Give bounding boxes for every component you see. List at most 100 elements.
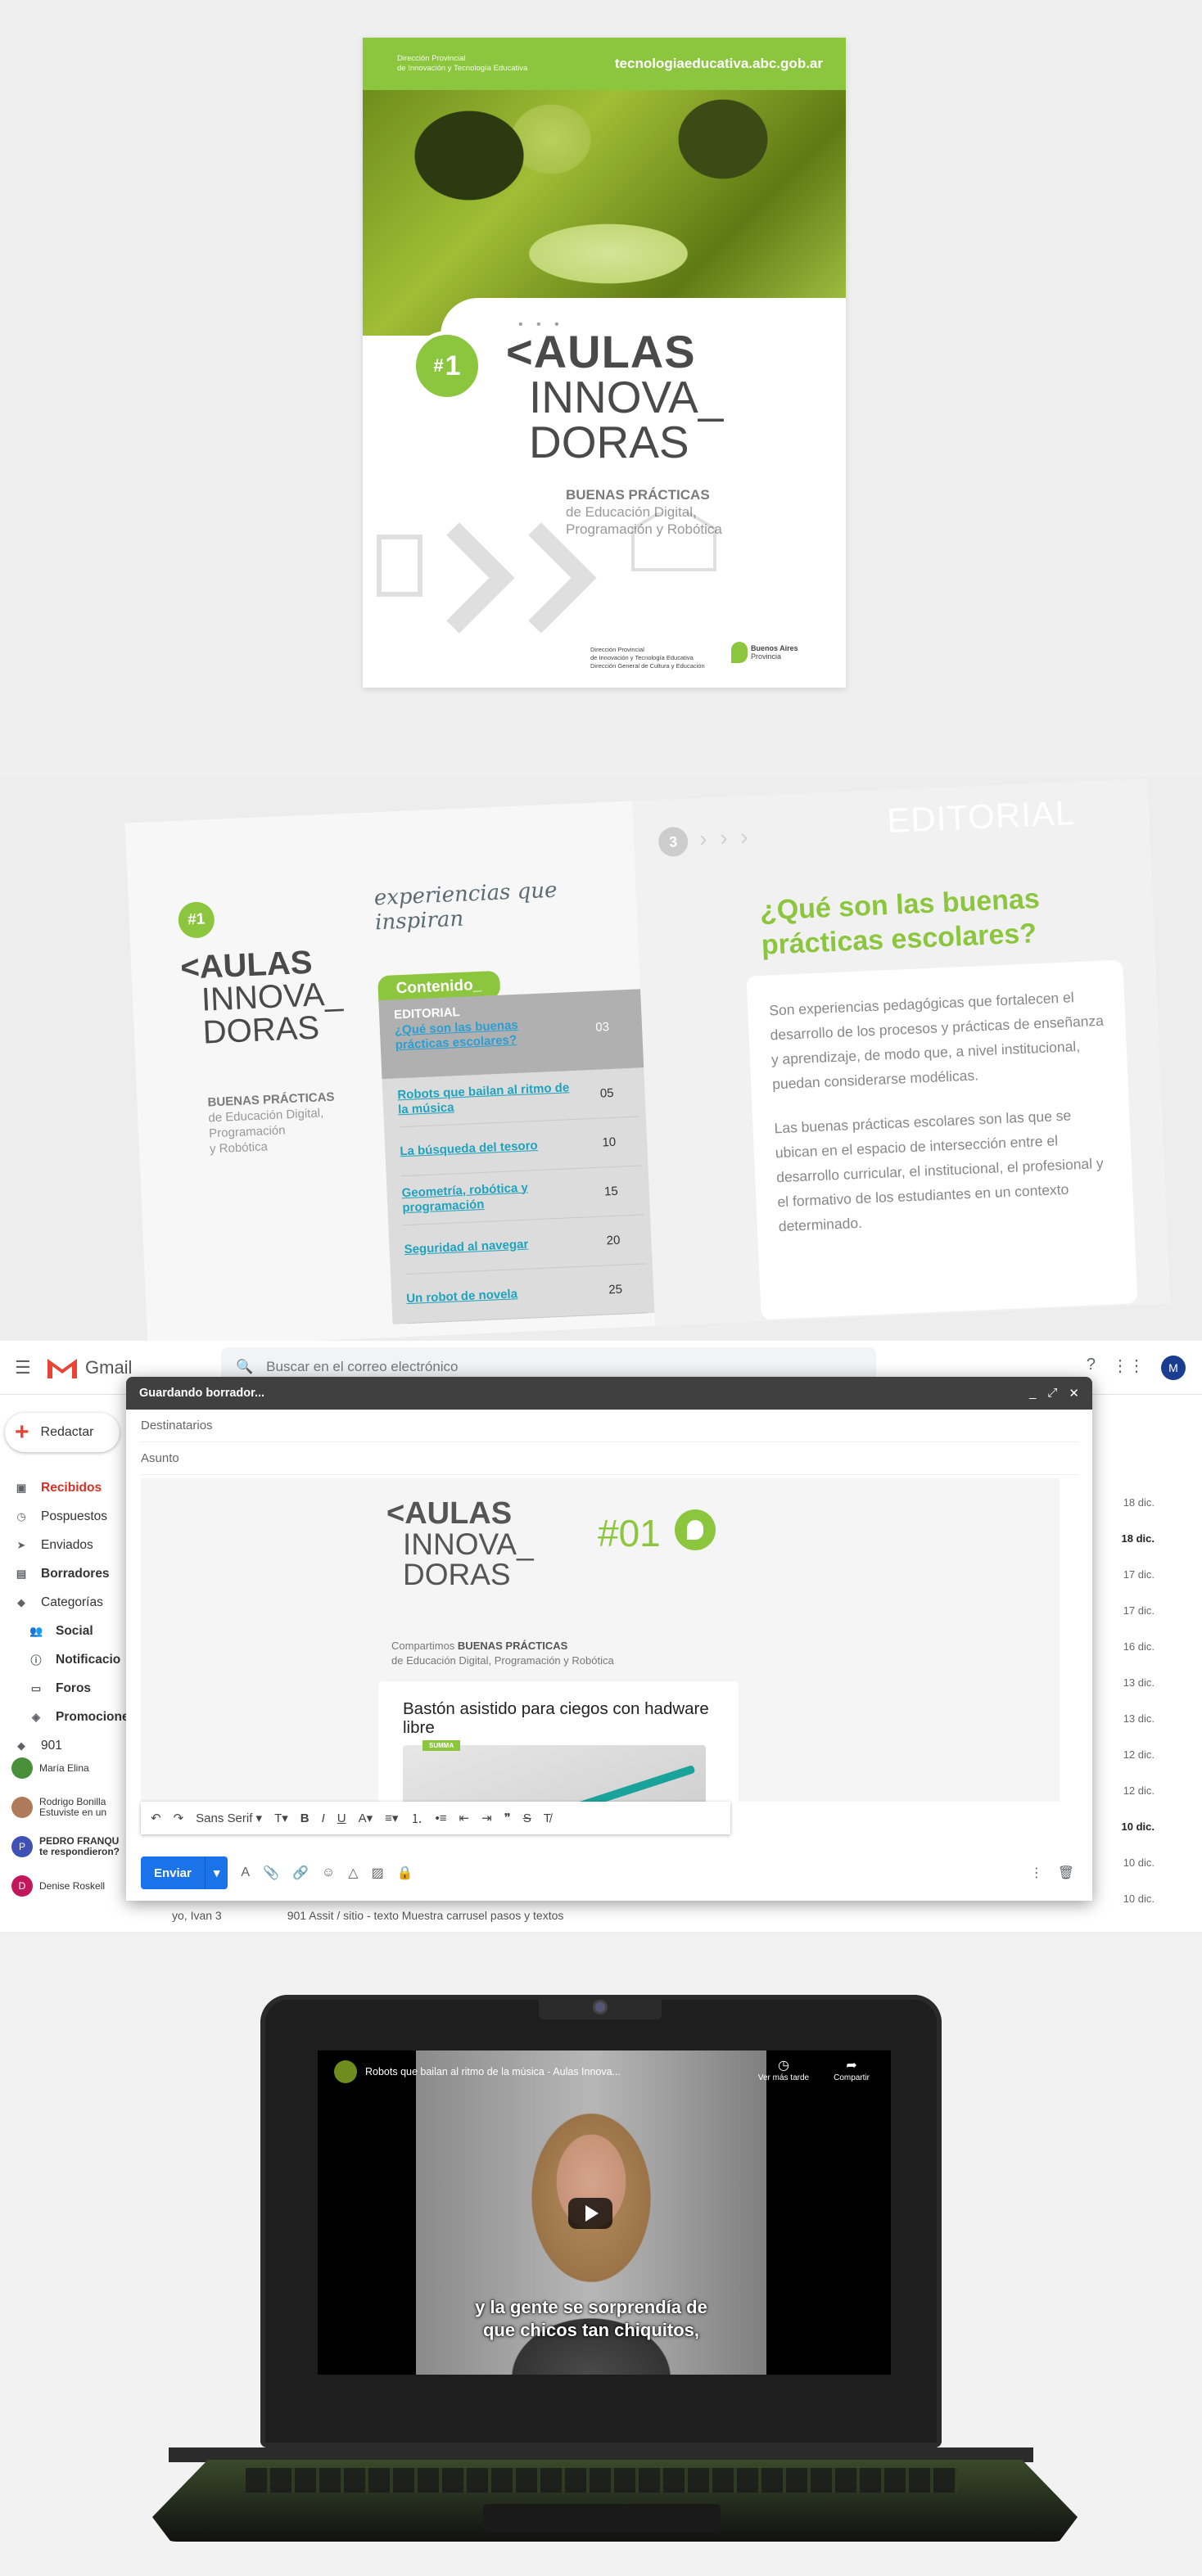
laptop-panel: Robots que bailan al ritmo de la música … — [0, 1936, 1202, 2576]
quote-icon[interactable]: ❞ — [504, 1811, 511, 1825]
video-title-bar: Robots que bailan al ritmo de la música … — [334, 2060, 621, 2083]
strikethrough-icon[interactable]: S — [523, 1811, 531, 1825]
sidebar-item-forums[interactable]: ▭ Foros — [0, 1674, 131, 1703]
redo-icon[interactable]: ↷ — [174, 1811, 184, 1825]
apps-grid-icon[interactable]: ⋮⋮ — [1112, 1356, 1145, 1380]
editorial-text-box: Son experiencias pedagógicas que fortale… — [746, 959, 1138, 1320]
card-title: Bastón asistido para ciegos con hadware … — [403, 1699, 709, 1737]
draft-icon: ▤ — [16, 1567, 27, 1580]
editorial-paragraph: Son experiencias pedagógicas que fortale… — [768, 989, 1105, 1093]
cover-header: Dirección Provincial de Innovación y Tec… — [363, 38, 846, 90]
italic-icon[interactable]: I — [322, 1811, 325, 1825]
video-title[interactable]: Robots que bailan al ritmo de la música … — [365, 2066, 621, 2077]
toc-link[interactable]: Un robot de novela — [406, 1283, 587, 1306]
sidebar-item-promotions[interactable]: ◈ Promocione — [0, 1703, 131, 1731]
clock-icon: ◷ — [16, 1509, 26, 1523]
compose-button[interactable]: + Redactar — [5, 1413, 120, 1452]
avatar: D — [11, 1875, 33, 1897]
sidebar-item-drafts[interactable]: ▤ Borradores — [0, 1559, 131, 1588]
cover-website: tecnologiaeducativa.abc.gob.ar — [614, 56, 823, 71]
recipients-field[interactable]: Destinatarios — [141, 1410, 1078, 1442]
trash-icon[interactable]: 🗑 — [1058, 1865, 1074, 1881]
newsletter-logo: <AULAS INNOVA_ DORAS — [386, 1496, 534, 1591]
toc-link[interactable]: Robots que bailan al ritmo de la música — [397, 1080, 578, 1117]
toc-list: Robots que bailan al ritmo de la música 0… — [382, 1067, 663, 1324]
gmail-logo[interactable]: Gmail — [46, 1356, 132, 1380]
drive-icon[interactable]: △ — [348, 1865, 358, 1881]
booklet-cover: Dirección Provincial de Innovación y Tec… — [363, 38, 846, 688]
subject-field[interactable]: Asunto — [141, 1442, 1078, 1475]
attach-icon[interactable]: 📎 — [263, 1865, 279, 1881]
indent-more-icon[interactable]: ⇥ — [481, 1811, 492, 1825]
send-options-icon[interactable]: ▾ — [204, 1856, 228, 1889]
emoji-icon[interactable]: ☺ — [322, 1865, 335, 1880]
toc-link[interactable]: La búsqueda del tesoro — [400, 1136, 581, 1159]
sidebar-item-snoozed[interactable]: ◷ Pospuestos — [0, 1502, 131, 1531]
close-icon[interactable]: ✕ — [1069, 1386, 1079, 1401]
font-size-icon[interactable]: T▾ — [274, 1811, 288, 1825]
gmail-m-icon — [47, 1358, 77, 1378]
share-button[interactable]: ➦ Compartir — [834, 2057, 870, 2082]
table-of-contents: Contenido_ EDITORIAL ¿Qué son las buenas… — [377, 964, 663, 1324]
video-subtitles: y la gente se sorprendía de que chicos t… — [475, 2297, 707, 2340]
toc-link-editorial[interactable]: ¿Qué son las buenas prácticas escolares? — [395, 1017, 551, 1053]
sidebar-item-social[interactable]: 👥 Social — [0, 1617, 131, 1645]
chat-contact[interactable]: D Denise Roskell — [0, 1866, 131, 1906]
format-text-icon[interactable]: A — [241, 1865, 250, 1880]
bold-icon[interactable]: B — [300, 1811, 310, 1825]
sidebar-item-inbox[interactable]: ▣ Recibidos — [0, 1473, 131, 1502]
underline-icon[interactable]: U — [337, 1811, 346, 1825]
youtube-player[interactable]: Robots que bailan al ritmo de la música … — [318, 2050, 891, 2375]
issue-badge-small: #1 — [177, 900, 215, 939]
label-icon: ◆ — [17, 1595, 25, 1608]
expand-icon[interactable]: ⤢ — [1047, 1386, 1057, 1401]
link-icon[interactable]: 🔗 — [292, 1865, 309, 1881]
newsletter-number: #01 — [598, 1512, 661, 1554]
more-options-icon[interactable]: ⋮ — [1030, 1865, 1043, 1881]
search-input[interactable]: Buscar en el correo electrónico — [266, 1359, 458, 1375]
numbered-list-icon[interactable]: ⒈ — [410, 1810, 423, 1827]
booklet-left-page: #1 <AULAS INNOVA_ DORAS BUENAS PRÁCTICAS… — [124, 801, 663, 1341]
align-icon[interactable]: ≡▾ — [385, 1811, 398, 1825]
province-logo: Buenos Aires Provincia — [731, 642, 798, 663]
laptop-lid: Robots que bailan al ritmo de la música … — [260, 1995, 942, 2447]
channel-avatar[interactable] — [334, 2060, 357, 2083]
confidential-icon[interactable]: 🔒 — [397, 1865, 413, 1881]
hangouts-list: María Elina Rodrigo Bonilla Estuviste en … — [0, 1748, 131, 1906]
sidebar-item-updates[interactable]: ⓘ Notificacio — [0, 1645, 131, 1674]
toc-editorial: EDITORIAL ¿Qué son las buenas prácticas … — [378, 988, 653, 1080]
table-row[interactable]: yo, Ivan 3 901 Assit / sitio - texto Mue… — [172, 1909, 563, 1922]
account-avatar[interactable]: M — [1161, 1356, 1186, 1380]
font-select[interactable]: Sans Serif ▾ — [196, 1811, 262, 1825]
chat-contact[interactable]: Rodrigo Bonilla Estuviste en un — [0, 1788, 131, 1827]
gmail-sidebar: + Redactar ▣ Recibidos ◷ Pospuestos ➤ Enviad… — [0, 1395, 131, 1932]
chat-contact[interactable]: P PEDRO FRANQU te respondieron? — [0, 1827, 131, 1866]
send-icon: ➤ — [16, 1538, 26, 1551]
toc-link[interactable]: Seguridad al navegar — [404, 1234, 585, 1257]
hamburger-menu-icon[interactable]: ☰ — [15, 1357, 33, 1378]
clear-format-icon[interactable]: T̸ — [544, 1811, 551, 1825]
laptop-touchpad — [483, 2504, 721, 2532]
search-icon[interactable]: 🔍 — [236, 1359, 253, 1375]
compose-window: Guardando borrador... _ ⤢ ✕ Destinatario… — [126, 1377, 1092, 1901]
aulas-innovadoras-logo-small: <AULAS INNOVA_ DORAS — [179, 944, 344, 1051]
play-button[interactable] — [568, 2198, 612, 2229]
send-button[interactable]: Enviar ▾ — [141, 1856, 228, 1889]
compose-footer: Enviar ▾ A 📎 🔗 ☺ △ ▨ 🔒 ⋮ 🗑 — [141, 1856, 1074, 1889]
minimize-icon[interactable]: _ — [1029, 1386, 1036, 1401]
undo-icon[interactable]: ↶ — [151, 1811, 161, 1825]
text-color-icon[interactable]: A▾ — [359, 1811, 373, 1825]
watch-later-button[interactable]: ◷ Ver más tarde — [758, 2057, 809, 2082]
inbox-icon: ▣ — [16, 1481, 27, 1494]
province-p-icon — [731, 642, 748, 663]
chat-contact[interactable]: María Elina — [0, 1748, 131, 1788]
bulleted-list-icon[interactable]: •≡ — [435, 1811, 446, 1825]
compose-body[interactable]: <AULAS INNOVA_ DORAS #01 Compartimos BUE… — [141, 1478, 1060, 1820]
toc-link[interactable]: Geometría, robótica y programación — [401, 1178, 582, 1216]
avatar: P — [11, 1836, 33, 1857]
image-icon[interactable]: ▨ — [372, 1865, 384, 1881]
indent-less-icon[interactable]: ⇤ — [459, 1811, 470, 1825]
sidebar-item-categories[interactable]: ◆ Categorías — [0, 1588, 131, 1617]
sidebar-item-sent[interactable]: ➤ Enviados — [0, 1531, 131, 1559]
experiences-heading: experiencias que inspiran — [373, 877, 558, 936]
